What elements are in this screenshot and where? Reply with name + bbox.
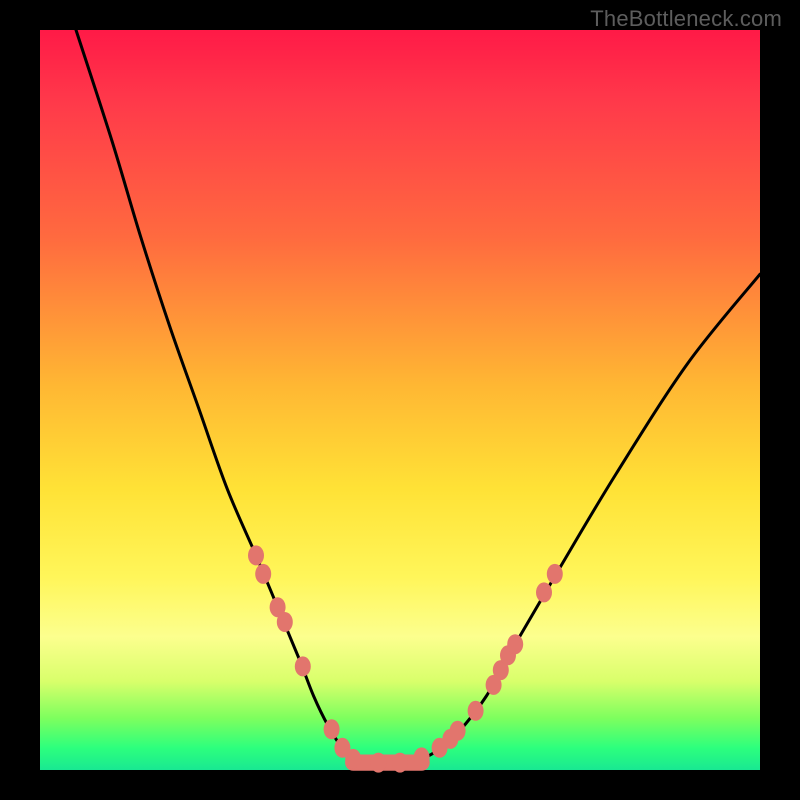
bottleneck-curve xyxy=(76,30,760,763)
data-marker xyxy=(345,749,361,769)
marker-layer xyxy=(248,545,563,772)
data-marker xyxy=(255,564,271,584)
outer-frame: TheBottleneck.com xyxy=(0,0,800,800)
data-marker xyxy=(547,564,563,584)
data-marker xyxy=(392,753,408,773)
data-marker xyxy=(450,721,466,741)
data-marker xyxy=(468,701,484,721)
data-marker xyxy=(414,747,430,767)
data-marker xyxy=(536,582,552,602)
curve-layer xyxy=(76,30,760,763)
data-marker xyxy=(324,719,340,739)
data-marker xyxy=(248,545,264,565)
data-marker xyxy=(507,634,523,654)
watermark-text: TheBottleneck.com xyxy=(590,6,782,32)
data-marker xyxy=(277,612,293,632)
data-marker xyxy=(295,656,311,676)
data-marker xyxy=(370,753,386,773)
chart-overlay xyxy=(40,30,760,770)
